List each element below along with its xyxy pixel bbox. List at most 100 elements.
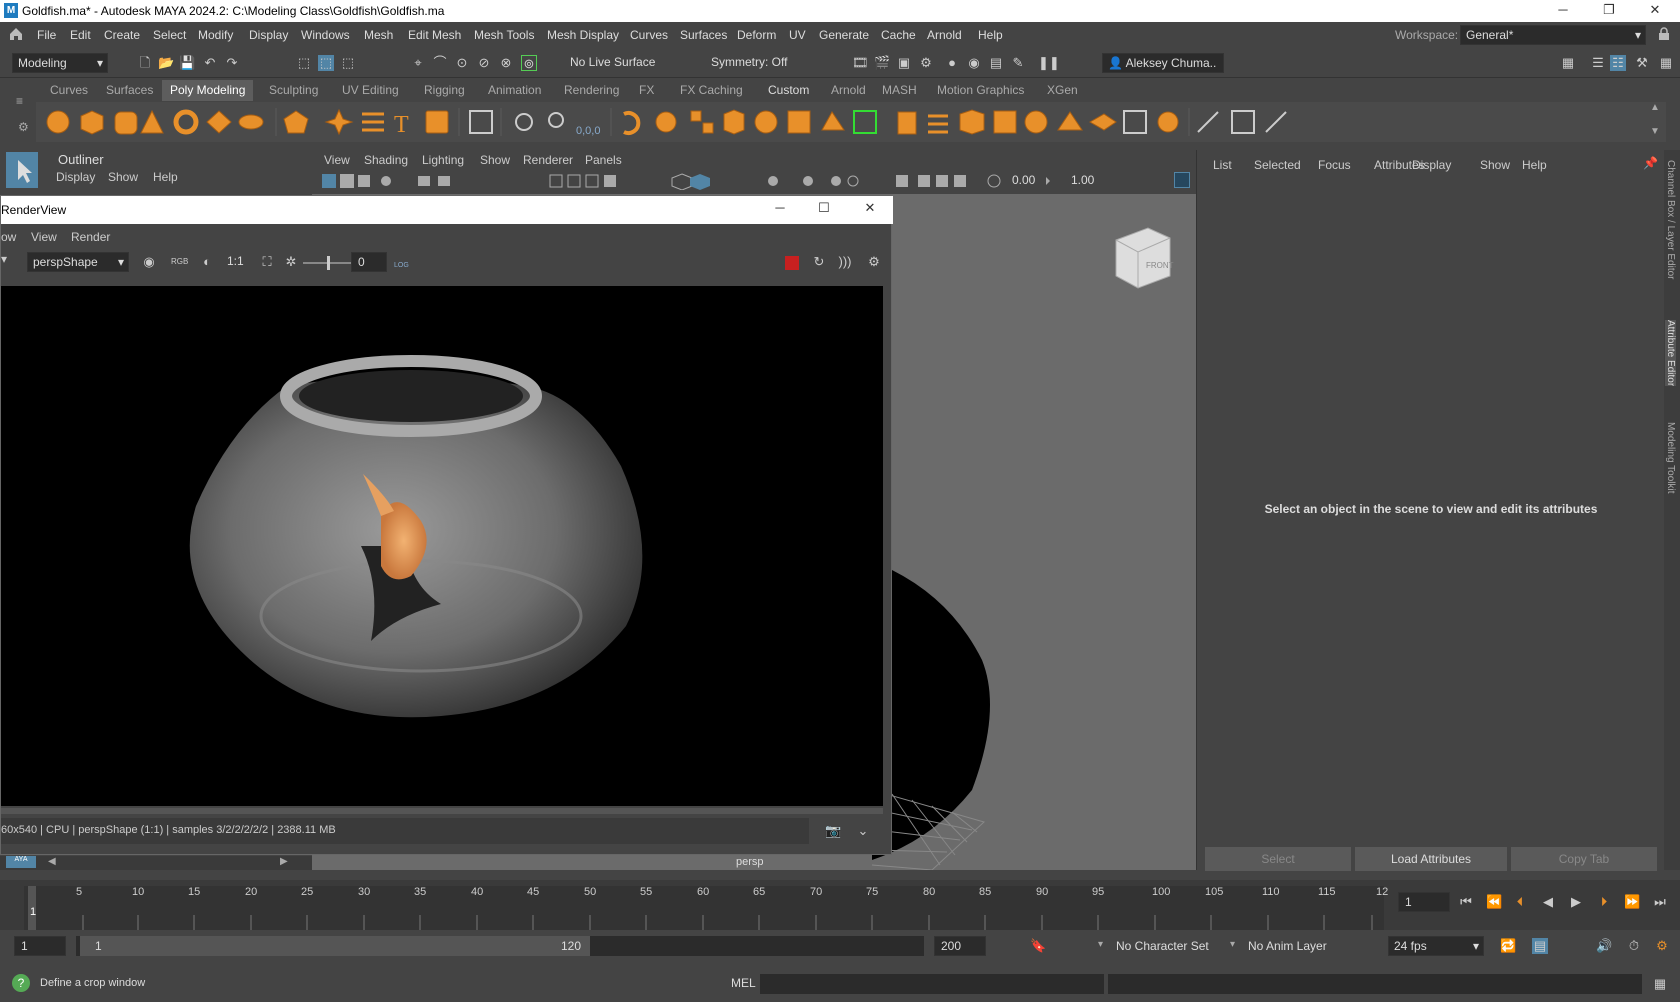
snap-view-plane-icon[interactable]: ⊗	[498, 55, 514, 71]
menu-edit-mesh[interactable]: Edit Mesh	[408, 28, 461, 42]
menu-windows[interactable]: Windows	[301, 28, 350, 42]
shelf-scroll-down-icon[interactable]: ▼	[1650, 126, 1660, 137]
shelf-tab-curves[interactable]: Curves	[42, 80, 96, 101]
menu-help[interactable]: Help	[978, 28, 1003, 42]
menu-arnold[interactable]: Arnold	[927, 28, 962, 42]
panel-menu-panels[interactable]: Panels	[585, 153, 622, 167]
ipr-signal-icon[interactable]: )))	[837, 254, 853, 270]
panel-menu-lighting[interactable]: Lighting	[422, 153, 464, 167]
play-backwards-icon[interactable]: ◀	[1540, 894, 1556, 910]
ae-menu-selected[interactable]: Selected	[1254, 158, 1301, 172]
side-tab-modeling-toolkit[interactable]: Modeling Toolkit	[1665, 422, 1676, 494]
outliner-menu-display[interactable]: Display	[56, 170, 95, 184]
new-scene-icon[interactable]: 🗋	[137, 55, 153, 71]
menu-create[interactable]: Create	[104, 28, 140, 42]
snapshot-icon[interactable]: ◐	[199, 254, 215, 270]
ae-copy-tab-button[interactable]: Copy Tab	[1511, 847, 1657, 871]
go-to-start-icon[interactable]: ⏮	[1458, 894, 1474, 910]
refresh-render-icon[interactable]: ↻	[811, 254, 827, 270]
ae-load-attributes-button[interactable]: Load Attributes	[1355, 847, 1507, 871]
step-back-key-icon[interactable]: ⏴	[1512, 894, 1528, 910]
loop-icon[interactable]: 🔁	[1500, 938, 1516, 954]
shelf-tab-xgen[interactable]: XGen	[1039, 80, 1086, 101]
chevron-down-icon[interactable]: ⌄	[855, 823, 871, 839]
menu-curves[interactable]: Curves	[630, 28, 668, 42]
pause-icon[interactable]: ❚❚	[1038, 55, 1060, 71]
shelf-tab-poly-modeling[interactable]: Poly Modeling	[162, 80, 254, 101]
rgb-icon[interactable]: RGB	[171, 254, 188, 270]
snap-curve-icon[interactable]: ⌒	[432, 55, 448, 71]
shelf-tab-uv-editing[interactable]: UV Editing	[334, 80, 407, 101]
panel-menu-shading[interactable]: Shading	[364, 153, 408, 167]
menu-modify[interactable]: Modify	[198, 28, 233, 42]
render-current-frame-icon[interactable]: 🎬	[874, 55, 890, 71]
chevron-down-icon[interactable]: ▾	[1230, 939, 1235, 950]
close-button[interactable]: ✕	[1632, 0, 1678, 22]
user-account-dropdown[interactable]: 👤 Aleksey Chuma..	[1102, 53, 1224, 73]
rv-ratio[interactable]: 1:1	[227, 254, 244, 268]
rv-exposure-field[interactable]: 0	[351, 252, 387, 272]
channel-box-icon[interactable]: ☷	[1610, 55, 1626, 71]
animation-end-field[interactable]: 200	[934, 936, 986, 956]
strip-left-arrow-icon[interactable]: ◀	[48, 856, 56, 867]
maximize-button[interactable]: ❐	[1586, 0, 1632, 22]
workspace-dropdown[interactable]: General* ▾	[1460, 25, 1646, 45]
pin-icon[interactable]: 📌	[1643, 156, 1658, 170]
ipr-icon[interactable]: ✎	[1010, 55, 1026, 71]
character-set-dropdown[interactable]: No Character Set	[1116, 939, 1209, 953]
menu-file[interactable]: File	[37, 28, 56, 42]
hypershade-icon[interactable]: ●	[944, 55, 960, 71]
ipr-render-icon[interactable]: ▣	[896, 55, 912, 71]
current-time-marker[interactable]: 1	[30, 906, 36, 918]
side-tab-attribute-editor[interactable]: Attribute Editor	[1665, 320, 1676, 387]
rv-menu-window[interactable]: ow	[1, 230, 16, 244]
anim-layer-dropdown[interactable]: No Anim Layer	[1248, 939, 1327, 953]
select-object-icon[interactable]: ⬚	[318, 55, 334, 71]
shelf-tab-motion-graphics[interactable]: Motion Graphics	[929, 80, 1032, 101]
rv-menu-render[interactable]: Render	[71, 230, 110, 244]
symmetry-dropdown[interactable]: Symmetry: Off	[706, 53, 806, 73]
menu-mesh-tools[interactable]: Mesh Tools	[474, 28, 534, 42]
go-to-end-icon[interactable]: ⏭	[1652, 894, 1668, 910]
shelf-tab-sculpting[interactable]: Sculpting	[261, 80, 326, 101]
fps-dropdown[interactable]: 24 fps ▾	[1388, 936, 1484, 956]
undo-icon[interactable]: ↶	[202, 55, 218, 71]
shelf-tab-fx-caching[interactable]: FX Caching	[672, 80, 751, 101]
live-surface-field[interactable]: No Live Surface	[565, 53, 663, 73]
range-bar[interactable]	[80, 936, 590, 956]
select-component-icon[interactable]: ⬚	[340, 55, 356, 71]
shelf-tab-surfaces[interactable]: Surfaces	[98, 80, 161, 101]
menu-deform[interactable]: Deform	[737, 28, 776, 42]
panel-menu-renderer[interactable]: Renderer	[523, 153, 573, 167]
modeling-toolkit-icon[interactable]: ▦	[1560, 55, 1576, 71]
camera-icon[interactable]: 📷	[825, 823, 841, 839]
render-image[interactable]	[1, 286, 883, 806]
rv-camera-dropdown[interactable]: perspShape ▾	[27, 252, 129, 272]
play-forwards-icon[interactable]: ▶	[1568, 894, 1584, 910]
view-cube[interactable]: FRONT	[1110, 222, 1174, 290]
lock-icon[interactable]	[1658, 27, 1670, 41]
layout-icon[interactable]: ▦	[1658, 55, 1674, 71]
menu-display[interactable]: Display	[249, 28, 288, 42]
menu-lines-icon[interactable]: ≡	[16, 94, 23, 108]
shelf-tab-rigging[interactable]: Rigging	[416, 80, 473, 101]
attribute-editor-icon[interactable]: ☰	[1590, 55, 1606, 71]
gear-icon[interactable]: ⚙	[18, 120, 29, 134]
rv-exposure-slider-handle[interactable]	[327, 256, 330, 270]
render-view-icon[interactable]: 🎞	[852, 55, 869, 71]
step-back-icon[interactable]: ⏪	[1486, 894, 1502, 910]
snap-grid-icon[interactable]: ⌖	[410, 55, 426, 71]
panel-menu-view[interactable]: View	[324, 153, 350, 167]
chevron-down-icon[interactable]: ▾	[1098, 939, 1103, 950]
exposure-reset-icon[interactable]: ✲	[283, 254, 299, 270]
shelf-scroll-up-icon[interactable]: ▲	[1650, 102, 1660, 113]
crop-icon[interactable]: ⛶	[259, 254, 275, 270]
ae-select-button[interactable]: Select	[1205, 847, 1351, 871]
select-hierarchy-icon[interactable]: ⬚	[296, 55, 312, 71]
exposure-field[interactable]: 0.00	[1006, 171, 1046, 191]
menu-uv[interactable]: UV	[789, 28, 806, 42]
script-language-label[interactable]: MEL	[731, 976, 756, 990]
shelf-tab-custom[interactable]: Custom	[760, 80, 817, 101]
render-view-minimize-button[interactable]: ─	[757, 198, 803, 220]
rv-gear-icon[interactable]: ⚙	[866, 254, 882, 270]
